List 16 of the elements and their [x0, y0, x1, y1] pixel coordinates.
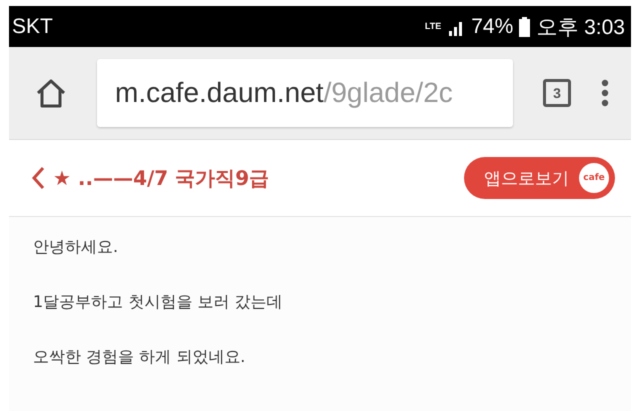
network-type: LTE [424, 22, 442, 31]
clock-time: 오후 3:03 [536, 14, 625, 40]
battery-percent: 74% [471, 14, 514, 38]
open-in-app-button[interactable]: 앱으로보기 cafe [464, 157, 615, 199]
tab-count-button[interactable]: 3 [543, 79, 571, 107]
cafe-badge: cafe [579, 163, 609, 193]
post-paragraph: 1달공부하고 첫시험을 보러 갔는데 [33, 292, 284, 313]
battery-icon [519, 16, 530, 36]
home-icon[interactable] [35, 78, 67, 108]
post-paragraph: 오싹한 경험을 하게 되었네요. [33, 347, 246, 368]
back-icon[interactable] [31, 166, 45, 190]
menu-icon[interactable] [601, 79, 609, 107]
cafe-board-title: ★ ..——4/7 국가직9급 [53, 164, 270, 192]
post-paragraph: 안녕하세요. [33, 237, 120, 258]
url-field[interactable]: m.cafe.daum.net/9glade/2c [97, 59, 513, 127]
carrier-name: SKT [12, 14, 53, 38]
